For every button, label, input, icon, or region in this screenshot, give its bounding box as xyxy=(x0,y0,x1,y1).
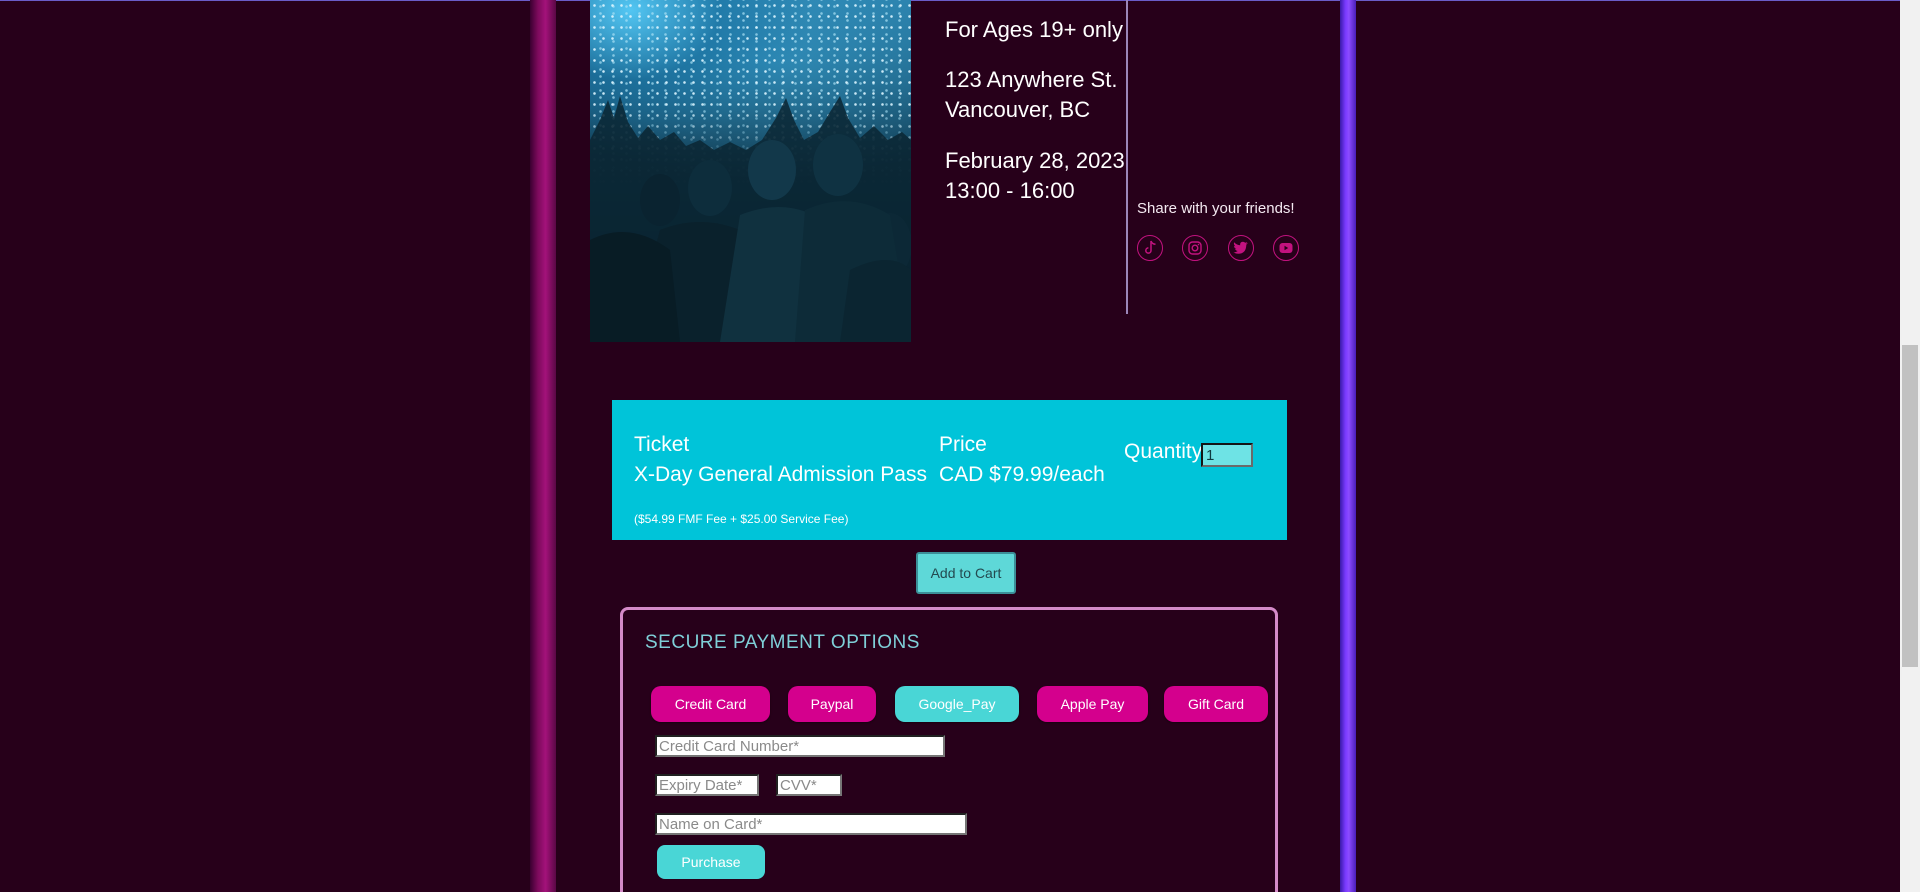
address-line-2: Vancouver, BC xyxy=(945,97,1091,122)
purchase-button[interactable]: Purchase xyxy=(657,845,765,879)
ticket-fee-note: ($54.99 FMF Fee + $25.00 Service Fee) xyxy=(634,512,849,526)
youtube-glyph xyxy=(1279,243,1293,253)
card-number-field[interactable] xyxy=(655,735,945,757)
instagram-icon[interactable] xyxy=(1182,235,1208,261)
tiktok-glyph xyxy=(1145,240,1156,254)
cvv-field[interactable] xyxy=(776,774,842,796)
event-date: February 28, 2023 xyxy=(945,148,1125,173)
quantity-label: Quantity xyxy=(1124,440,1203,463)
credit-card-button[interactable]: Credit Card xyxy=(651,686,770,722)
ticket-panel: Ticket X-Day General Admission Pass ($54… xyxy=(612,400,1287,540)
twitter-glyph xyxy=(1233,241,1248,254)
price-label: Price xyxy=(939,433,987,456)
right-accent-bar xyxy=(1340,0,1356,892)
event-time: 13:00 - 16:00 xyxy=(945,178,1075,203)
google-pay-button[interactable]: Google_Pay xyxy=(895,686,1019,722)
concert-photo xyxy=(590,0,911,342)
add-to-cart-button[interactable]: Add to Cart xyxy=(916,552,1016,594)
top-border xyxy=(0,0,1920,1)
share-label: Share with your friends! xyxy=(1137,200,1295,217)
payment-title: SECURE PAYMENT OPTIONS xyxy=(645,632,920,653)
apple-pay-button[interactable]: Apple Pay xyxy=(1037,686,1148,722)
ticket-name: X-Day General Admission Pass xyxy=(634,463,927,486)
age-notice: For Ages 19+ only xyxy=(945,17,1123,42)
paypal-button[interactable]: Paypal xyxy=(788,686,876,722)
price-value: CAD $79.99/each xyxy=(939,463,1105,486)
ticket-label: Ticket xyxy=(634,433,690,456)
quantity-input[interactable] xyxy=(1201,443,1253,467)
vertical-divider xyxy=(1126,0,1128,314)
left-accent-bar xyxy=(530,0,556,892)
expiry-date-field[interactable] xyxy=(655,774,759,796)
tiktok-icon[interactable] xyxy=(1137,235,1163,261)
twitter-icon[interactable] xyxy=(1228,235,1254,261)
instagram-glyph xyxy=(1188,241,1202,255)
gift-card-button[interactable]: Gift Card xyxy=(1164,686,1268,722)
scrollbar-thumb[interactable] xyxy=(1902,345,1918,667)
youtube-icon[interactable] xyxy=(1273,235,1299,261)
crowd-silhouette xyxy=(590,96,911,342)
address-line-1: 123 Anywhere St. xyxy=(945,67,1118,92)
name-on-card-field[interactable] xyxy=(655,813,967,835)
